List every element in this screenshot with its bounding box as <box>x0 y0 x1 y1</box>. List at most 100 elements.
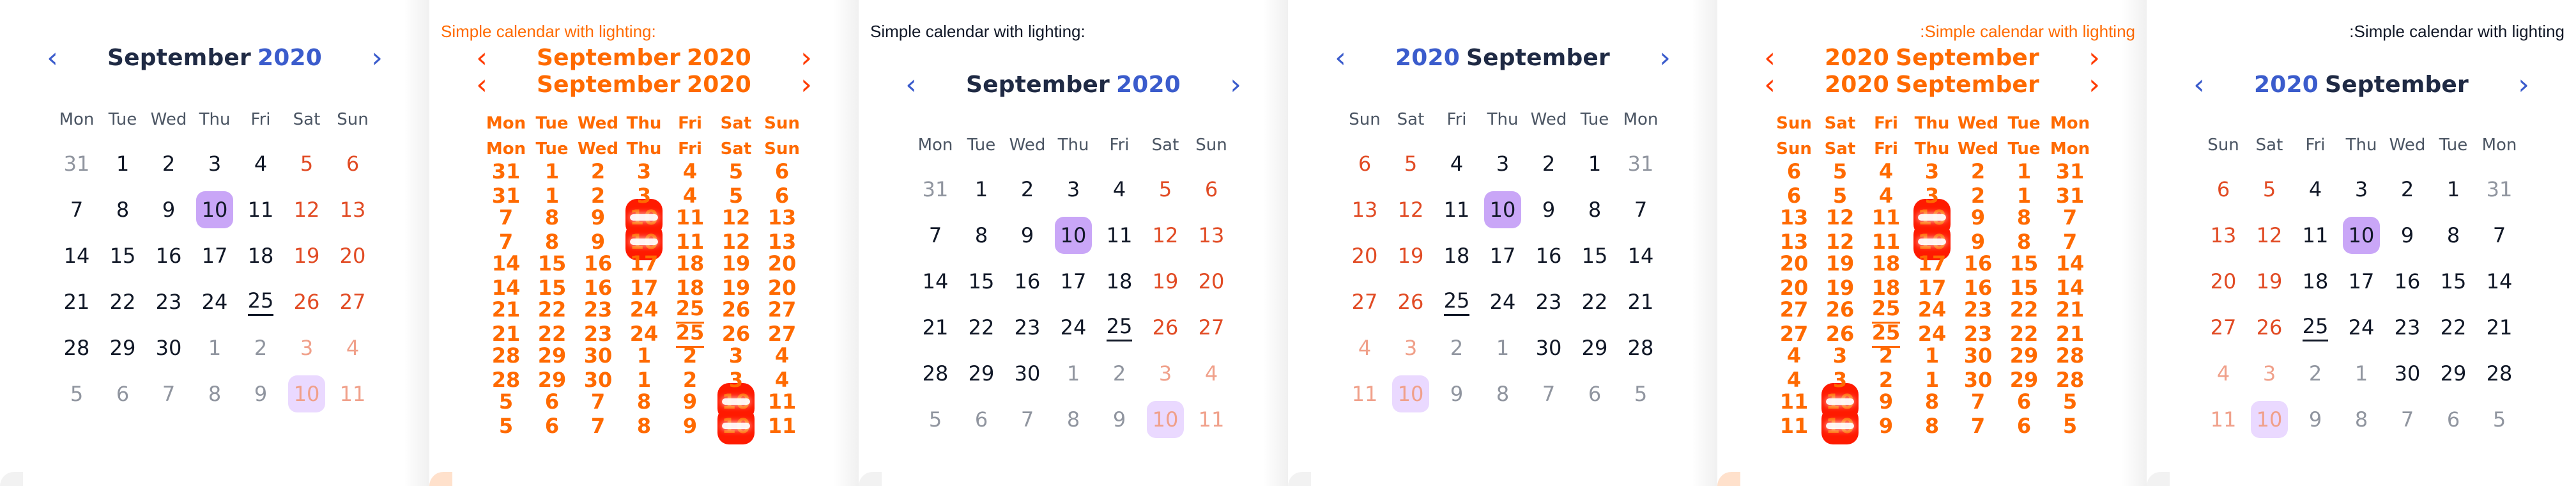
calendar-day[interactable]: 5 <box>2246 170 2292 208</box>
prev-month-button[interactable]: ‹ <box>34 40 70 75</box>
calendar-day[interactable]: 13 <box>1188 216 1234 255</box>
calendar-day[interactable]: 9 <box>2292 400 2338 439</box>
calendar-day[interactable]: 1 <box>1480 329 1526 367</box>
calendar-day[interactable]: 8 <box>100 191 146 229</box>
calendar-day[interactable]: 2 <box>1004 170 1050 208</box>
calendar-day[interactable]: 13 <box>2200 216 2246 255</box>
calendar-day[interactable]: 20 <box>1188 262 1234 301</box>
calendar-day[interactable]: 5 <box>284 145 330 183</box>
calendar-day[interactable]: 8 <box>958 216 1004 255</box>
calendar-day[interactable]: 18 <box>2292 262 2338 301</box>
calendar-day[interactable]: 5 <box>912 400 958 439</box>
calendar-day[interactable]: 10 <box>2246 400 2292 439</box>
calendar-day[interactable]: 7 <box>146 375 192 413</box>
calendar-day[interactable]: 30 <box>1004 354 1050 393</box>
calendar-day[interactable]: 28 <box>2476 354 2522 393</box>
calendar-day[interactable]: 7 <box>1526 375 1572 413</box>
prev-month-button[interactable]: ‹ <box>2181 67 2217 102</box>
calendar-day[interactable]: 22 <box>2430 308 2476 347</box>
calendar-day[interactable]: 19 <box>1142 262 1188 301</box>
calendar-day[interactable]: 12 <box>2246 216 2292 255</box>
calendar-day[interactable]: 26 <box>1388 283 1434 321</box>
calendar-day[interactable]: 9 <box>238 375 284 413</box>
calendar-day[interactable]: 10 <box>192 191 238 229</box>
calendar-day[interactable]: 29 <box>100 329 146 367</box>
calendar-day[interactable]: 28 <box>1618 329 1664 367</box>
calendar-day[interactable]: 7 <box>912 216 958 255</box>
calendar-day[interactable]: 29 <box>1572 329 1618 367</box>
calendar-day[interactable]: 4 <box>330 329 376 367</box>
calendar-day[interactable]: 18 <box>1434 237 1480 275</box>
calendar-day[interactable]: 30 <box>2384 354 2430 393</box>
calendar-day[interactable]: 3 <box>1480 145 1526 183</box>
calendar-day[interactable]: 17 <box>2338 262 2384 301</box>
calendar-day[interactable]: 22 <box>1572 283 1618 321</box>
calendar-day[interactable]: 25 <box>2292 308 2338 347</box>
next-month-button[interactable]: › <box>2076 67 2112 102</box>
calendar-day[interactable]: 20 <box>2200 262 2246 301</box>
calendar-day[interactable]: 6 <box>100 375 146 413</box>
calendar-day[interactable]: 1 <box>1572 145 1618 183</box>
calendar-day[interactable]: 1 <box>2430 170 2476 208</box>
calendar-day[interactable]: 6 <box>958 400 1004 439</box>
calendar-day[interactable]: 1 <box>1050 354 1096 393</box>
calendar-day[interactable]: 4 <box>1188 354 1234 393</box>
calendar-day[interactable]: 11 <box>1342 375 1388 413</box>
calendar-day[interactable]: 6 <box>2430 400 2476 439</box>
calendar-day[interactable]: 31 <box>54 145 100 183</box>
calendar-day[interactable]: 21 <box>54 283 100 321</box>
calendar-day[interactable]: 29 <box>958 354 1004 393</box>
calendar-day[interactable]: 16 <box>1004 262 1050 301</box>
calendar-day[interactable]: 4 <box>1434 145 1480 183</box>
calendar-day[interactable]: 16 <box>2384 262 2430 301</box>
calendar-day[interactable]: 7 <box>1618 191 1664 229</box>
calendar-day[interactable]: 10 <box>2338 216 2384 255</box>
calendar-day[interactable]: 10 <box>284 375 330 413</box>
calendar-day[interactable]: 4 <box>2200 354 2246 393</box>
calendar-day[interactable]: 2 <box>1096 354 1142 393</box>
calendar-day[interactable]: 17 <box>1480 237 1526 275</box>
calendar-day[interactable]: 22 <box>100 283 146 321</box>
calendar-day[interactable]: 19 <box>284 237 330 275</box>
calendar-day[interactable]: 17 <box>192 237 238 275</box>
calendar-day[interactable]: 11 <box>2200 400 2246 439</box>
calendar-day[interactable]: 21 <box>912 308 958 347</box>
calendar-day[interactable]: 24 <box>2338 308 2384 347</box>
calendar-day[interactable]: 14 <box>912 262 958 301</box>
calendar-day[interactable]: 8 <box>2430 216 2476 255</box>
calendar-day[interactable]: 1 <box>100 145 146 183</box>
calendar-day[interactable]: 5 <box>1142 170 1188 208</box>
calendar-day[interactable]: 8 <box>1050 400 1096 439</box>
calendar-day[interactable]: 29 <box>2430 354 2476 393</box>
calendar-day[interactable]: 9 <box>1434 375 1480 413</box>
calendar-day[interactable]: 6 <box>1342 145 1388 183</box>
calendar-day[interactable]: 6 <box>1572 375 1618 413</box>
prev-month-button[interactable]: ‹ <box>1322 40 1358 75</box>
calendar-day[interactable]: 5 <box>2476 400 2522 439</box>
calendar-day[interactable]: 22 <box>958 308 1004 347</box>
calendar-day[interactable]: 19 <box>2246 262 2292 301</box>
calendar-day[interactable]: 23 <box>2384 308 2430 347</box>
prev-month-button[interactable]: ‹ <box>464 67 500 102</box>
calendar-day[interactable]: 4 <box>2292 170 2338 208</box>
calendar-day[interactable]: 10 <box>1480 191 1526 229</box>
calendar-day[interactable]: 20 <box>330 237 376 275</box>
calendar-day[interactable]: 5 <box>1618 375 1664 413</box>
calendar-day[interactable]: 2 <box>146 145 192 183</box>
calendar-day[interactable]: 8 <box>192 375 238 413</box>
calendar-day[interactable]: 11 <box>1434 191 1480 229</box>
next-month-button[interactable]: › <box>359 40 395 75</box>
calendar-day[interactable]: 8 <box>1480 375 1526 413</box>
calendar-day[interactable]: 7 <box>2476 216 2522 255</box>
calendar-day[interactable]: 15 <box>958 262 1004 301</box>
next-month-button[interactable]: › <box>788 67 824 102</box>
calendar-day[interactable]: 9 <box>2384 216 2430 255</box>
calendar-day[interactable]: 15 <box>1572 237 1618 275</box>
calendar-day[interactable]: 26 <box>2246 308 2292 347</box>
calendar-day[interactable]: 14 <box>54 237 100 275</box>
calendar-day[interactable]: 27 <box>1342 283 1388 321</box>
calendar-day[interactable]: 12 <box>284 191 330 229</box>
next-month-button[interactable]: › <box>1218 67 1254 102</box>
calendar-day[interactable]: 11 <box>1188 400 1234 439</box>
calendar-day[interactable]: 27 <box>1188 308 1234 347</box>
